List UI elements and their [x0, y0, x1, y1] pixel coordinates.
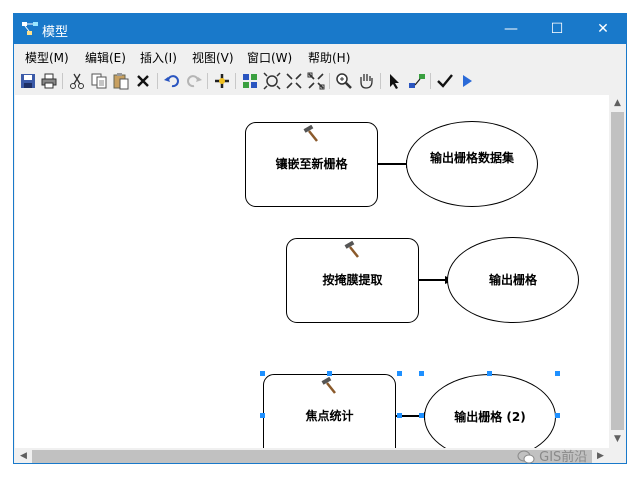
selection-handle[interactable]	[419, 413, 424, 418]
select-icon[interactable]	[386, 72, 404, 90]
menu-view[interactable]: 视图(V)	[192, 49, 234, 66]
model-app-icon	[22, 22, 38, 35]
horizontal-scroll-thumb[interactable]	[32, 450, 592, 463]
selection-handle[interactable]	[487, 371, 492, 376]
paste-icon[interactable]	[112, 72, 130, 90]
selection-handle[interactable]	[260, 413, 265, 418]
connector-line	[419, 279, 447, 281]
cut-icon[interactable]	[68, 72, 86, 90]
full-extent-icon[interactable]	[263, 72, 281, 90]
copy-icon[interactable]	[90, 72, 108, 90]
hammer-icon	[344, 241, 359, 258]
hammer-icon	[321, 377, 336, 394]
selection-handle[interactable]	[397, 371, 402, 376]
print-icon[interactable]	[40, 72, 58, 90]
menu-bar: 模型(M) 编辑(E) 插入(I) 视图(V) 窗口(W) 帮助(H)	[14, 44, 626, 68]
minimize-button[interactable]: —	[488, 14, 534, 44]
model-canvas[interactable]: 镶嵌至新栅格 输出栅格数据集 按掩膜提取 输出栅格 焦点统计 输出栅格 (2)	[15, 95, 609, 448]
process-label: 镶嵌至新栅格	[275, 157, 348, 171]
toolbar-separator	[329, 73, 330, 89]
validate-icon[interactable]	[436, 72, 454, 90]
toolbar-separator	[62, 73, 63, 89]
menu-model[interactable]: 模型(M)	[25, 49, 69, 66]
watermark: GIS前沿	[517, 446, 587, 466]
delete-icon[interactable]	[134, 72, 152, 90]
selection-handle[interactable]	[260, 371, 265, 376]
toolbar-separator	[380, 73, 381, 89]
scroll-down-arrow[interactable]: ▼	[609, 431, 626, 448]
selection-handle[interactable]	[397, 413, 402, 418]
maximize-button[interactable]: ☐	[534, 14, 580, 44]
output-label: 输出栅格 (2)	[454, 410, 526, 424]
output-raster[interactable]: 输出栅格	[447, 237, 579, 323]
redo-icon[interactable]	[185, 72, 203, 90]
selection-handle[interactable]	[419, 371, 424, 376]
process-extract-by-mask[interactable]: 按掩膜提取	[286, 238, 419, 323]
process-label: 按掩膜提取	[322, 273, 383, 287]
scroll-right-arrow[interactable]: ▶	[592, 448, 609, 463]
close-button[interactable]: ✕	[580, 14, 626, 44]
watermark-text: GIS前沿	[539, 450, 588, 465]
scroll-left-arrow[interactable]: ◀	[15, 448, 32, 463]
selection-handle[interactable]	[555, 413, 560, 418]
save-icon[interactable]	[19, 72, 37, 90]
zoom-in-fixed-icon[interactable]	[285, 72, 303, 90]
toolbar-separator	[235, 73, 236, 89]
run-icon[interactable]	[458, 72, 476, 90]
output-raster-2[interactable]: 输出栅格 (2)	[424, 374, 556, 448]
toolbar-separator	[157, 73, 158, 89]
output-raster-dataset[interactable]: 输出栅格数据集	[406, 121, 538, 207]
connector-line	[378, 163, 408, 165]
process-mosaic-to-new-raster[interactable]: 镶嵌至新栅格	[245, 122, 378, 207]
window-title: 模型	[42, 25, 69, 40]
undo-icon[interactable]	[163, 72, 181, 90]
wechat-icon	[517, 450, 535, 464]
toolbar	[14, 68, 626, 94]
add-data-icon[interactable]	[213, 72, 231, 90]
hammer-icon	[303, 125, 318, 142]
output-label: 输出栅格	[488, 273, 537, 287]
menu-help[interactable]: 帮助(H)	[308, 49, 350, 66]
process-focal-statistics[interactable]: 焦点统计	[263, 374, 396, 448]
output-label: 输出栅格数据集	[429, 151, 514, 165]
vertical-scroll-thumb[interactable]	[611, 112, 624, 430]
auto-layout-icon[interactable]	[241, 72, 259, 90]
selection-handle[interactable]	[555, 371, 560, 376]
pan-icon[interactable]	[357, 72, 375, 90]
process-label: 焦点统计	[305, 409, 354, 423]
model-window: 模型 — ☐ ✕ 模型(M) 编辑(E) 插入(I) 视图(V) 窗口(W) 帮…	[13, 13, 627, 464]
menu-insert[interactable]: 插入(I)	[140, 49, 177, 66]
zoom-in-icon[interactable]	[335, 72, 353, 90]
vertical-scrollbar[interactable]: ▲ ▼	[609, 95, 626, 448]
title-bar[interactable]: 模型 — ☐ ✕	[14, 14, 626, 44]
toolbar-separator	[430, 73, 431, 89]
selection-handle[interactable]	[327, 371, 332, 376]
menu-edit[interactable]: 编辑(E)	[85, 49, 126, 66]
scroll-up-arrow[interactable]: ▲	[609, 95, 626, 112]
toolbar-separator	[207, 73, 208, 89]
menu-window[interactable]: 窗口(W)	[247, 49, 292, 66]
connect-icon[interactable]	[408, 72, 426, 90]
zoom-out-fixed-icon[interactable]	[307, 72, 325, 90]
